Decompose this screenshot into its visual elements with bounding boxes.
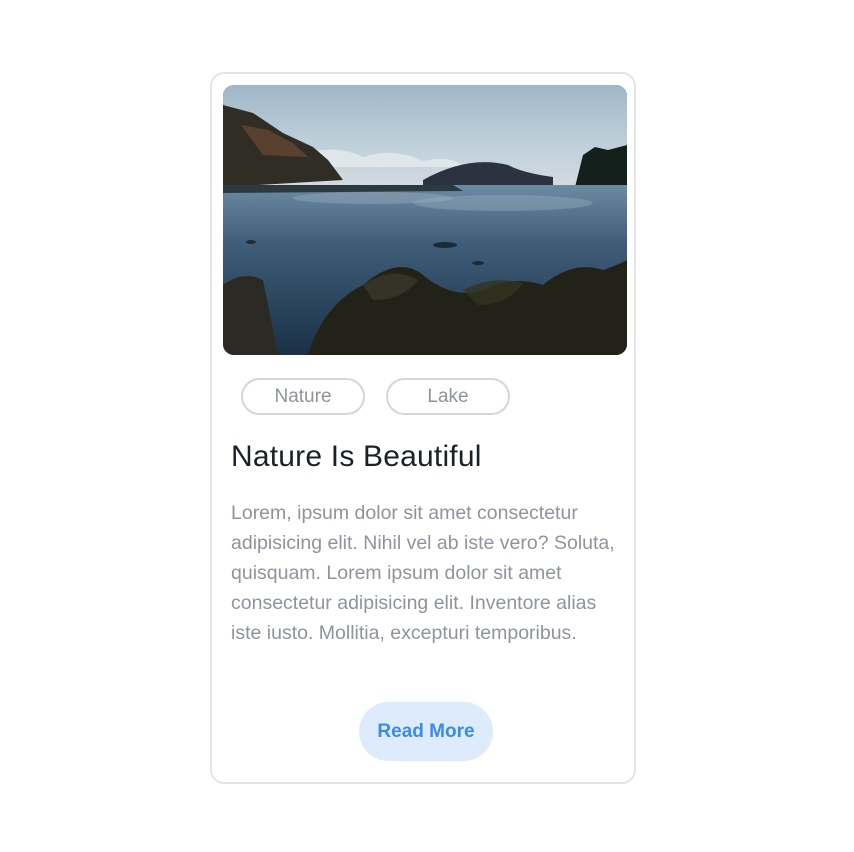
tag-lake[interactable]: Lake	[386, 378, 510, 415]
card-title: Nature Is Beautiful	[231, 440, 482, 473]
read-more-button[interactable]: Read More	[359, 702, 493, 761]
card-image	[223, 85, 627, 355]
lake-landscape-image	[223, 85, 627, 355]
card-description: Lorem, ipsum dolor sit amet consectetur …	[231, 502, 615, 644]
tag-list: Nature Lake	[241, 378, 510, 415]
tag-nature[interactable]: Nature	[241, 378, 365, 415]
article-card: Nature Lake Nature Is Beautiful Lorem, i…	[210, 72, 636, 784]
